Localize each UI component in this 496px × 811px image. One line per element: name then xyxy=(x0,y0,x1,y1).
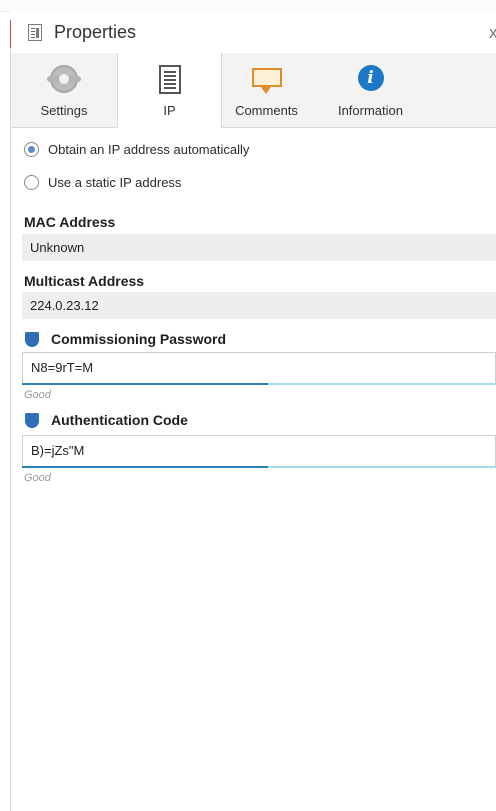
multicast-address-value: 224.0.23.12 xyxy=(22,292,496,319)
properties-icon xyxy=(28,24,42,41)
radio-obtain-automatically[interactable]: Obtain an IP address automatically xyxy=(24,139,249,159)
document-icon xyxy=(158,65,181,94)
shield-icon xyxy=(25,332,39,347)
commissioning-password-input[interactable]: N8=9rT=M xyxy=(22,352,496,383)
titlebar: Properties x xyxy=(11,11,496,53)
authentication-code-input[interactable]: B)=jZs"M xyxy=(22,435,496,466)
commissioning-strength-meter xyxy=(22,383,496,385)
authentication-code-label: Authentication Code xyxy=(51,412,188,428)
radio-auto-label: Obtain an IP address automatically xyxy=(48,141,250,157)
tab-ip[interactable]: IP xyxy=(117,53,222,128)
tab-ip-label: IP xyxy=(163,103,176,118)
tab-settings-label: Settings xyxy=(40,103,88,118)
authentication-strength-text: Good xyxy=(24,472,51,484)
tab-comments-label: Comments xyxy=(235,103,298,118)
info-icon: i xyxy=(357,65,384,91)
authentication-strength-fill xyxy=(22,466,269,468)
radio-button-static[interactable] xyxy=(24,174,39,190)
properties-panel: Properties x Settings IP Comments i Info… xyxy=(11,11,496,811)
tab-bar: Settings IP Comments i Information xyxy=(11,53,496,128)
close-icon[interactable]: x xyxy=(489,23,496,43)
commissioning-strength-text: Good xyxy=(24,389,51,401)
shield-icon xyxy=(25,413,39,428)
commissioning-password-label: Commissioning Password xyxy=(51,331,227,347)
authentication-strength-meter xyxy=(22,466,496,468)
tab-information[interactable]: i Information xyxy=(313,53,428,127)
window-title: Properties xyxy=(54,22,137,42)
multicast-address-label: Multicast Address xyxy=(24,273,145,289)
tab-comments[interactable]: Comments xyxy=(220,53,313,127)
mac-address-label: MAC Address xyxy=(24,214,116,230)
gear-icon xyxy=(47,65,81,93)
comment-icon xyxy=(251,68,282,94)
radio-static-label: Use a static IP address xyxy=(48,174,182,190)
radio-static-ip[interactable]: Use a static IP address xyxy=(24,172,181,192)
tab-information-label: Information xyxy=(337,103,404,118)
radio-button-auto[interactable] xyxy=(24,141,39,157)
commissioning-strength-fill xyxy=(22,383,269,385)
tab-settings[interactable]: Settings xyxy=(11,53,117,127)
mac-address-value: Unknown xyxy=(22,234,496,261)
